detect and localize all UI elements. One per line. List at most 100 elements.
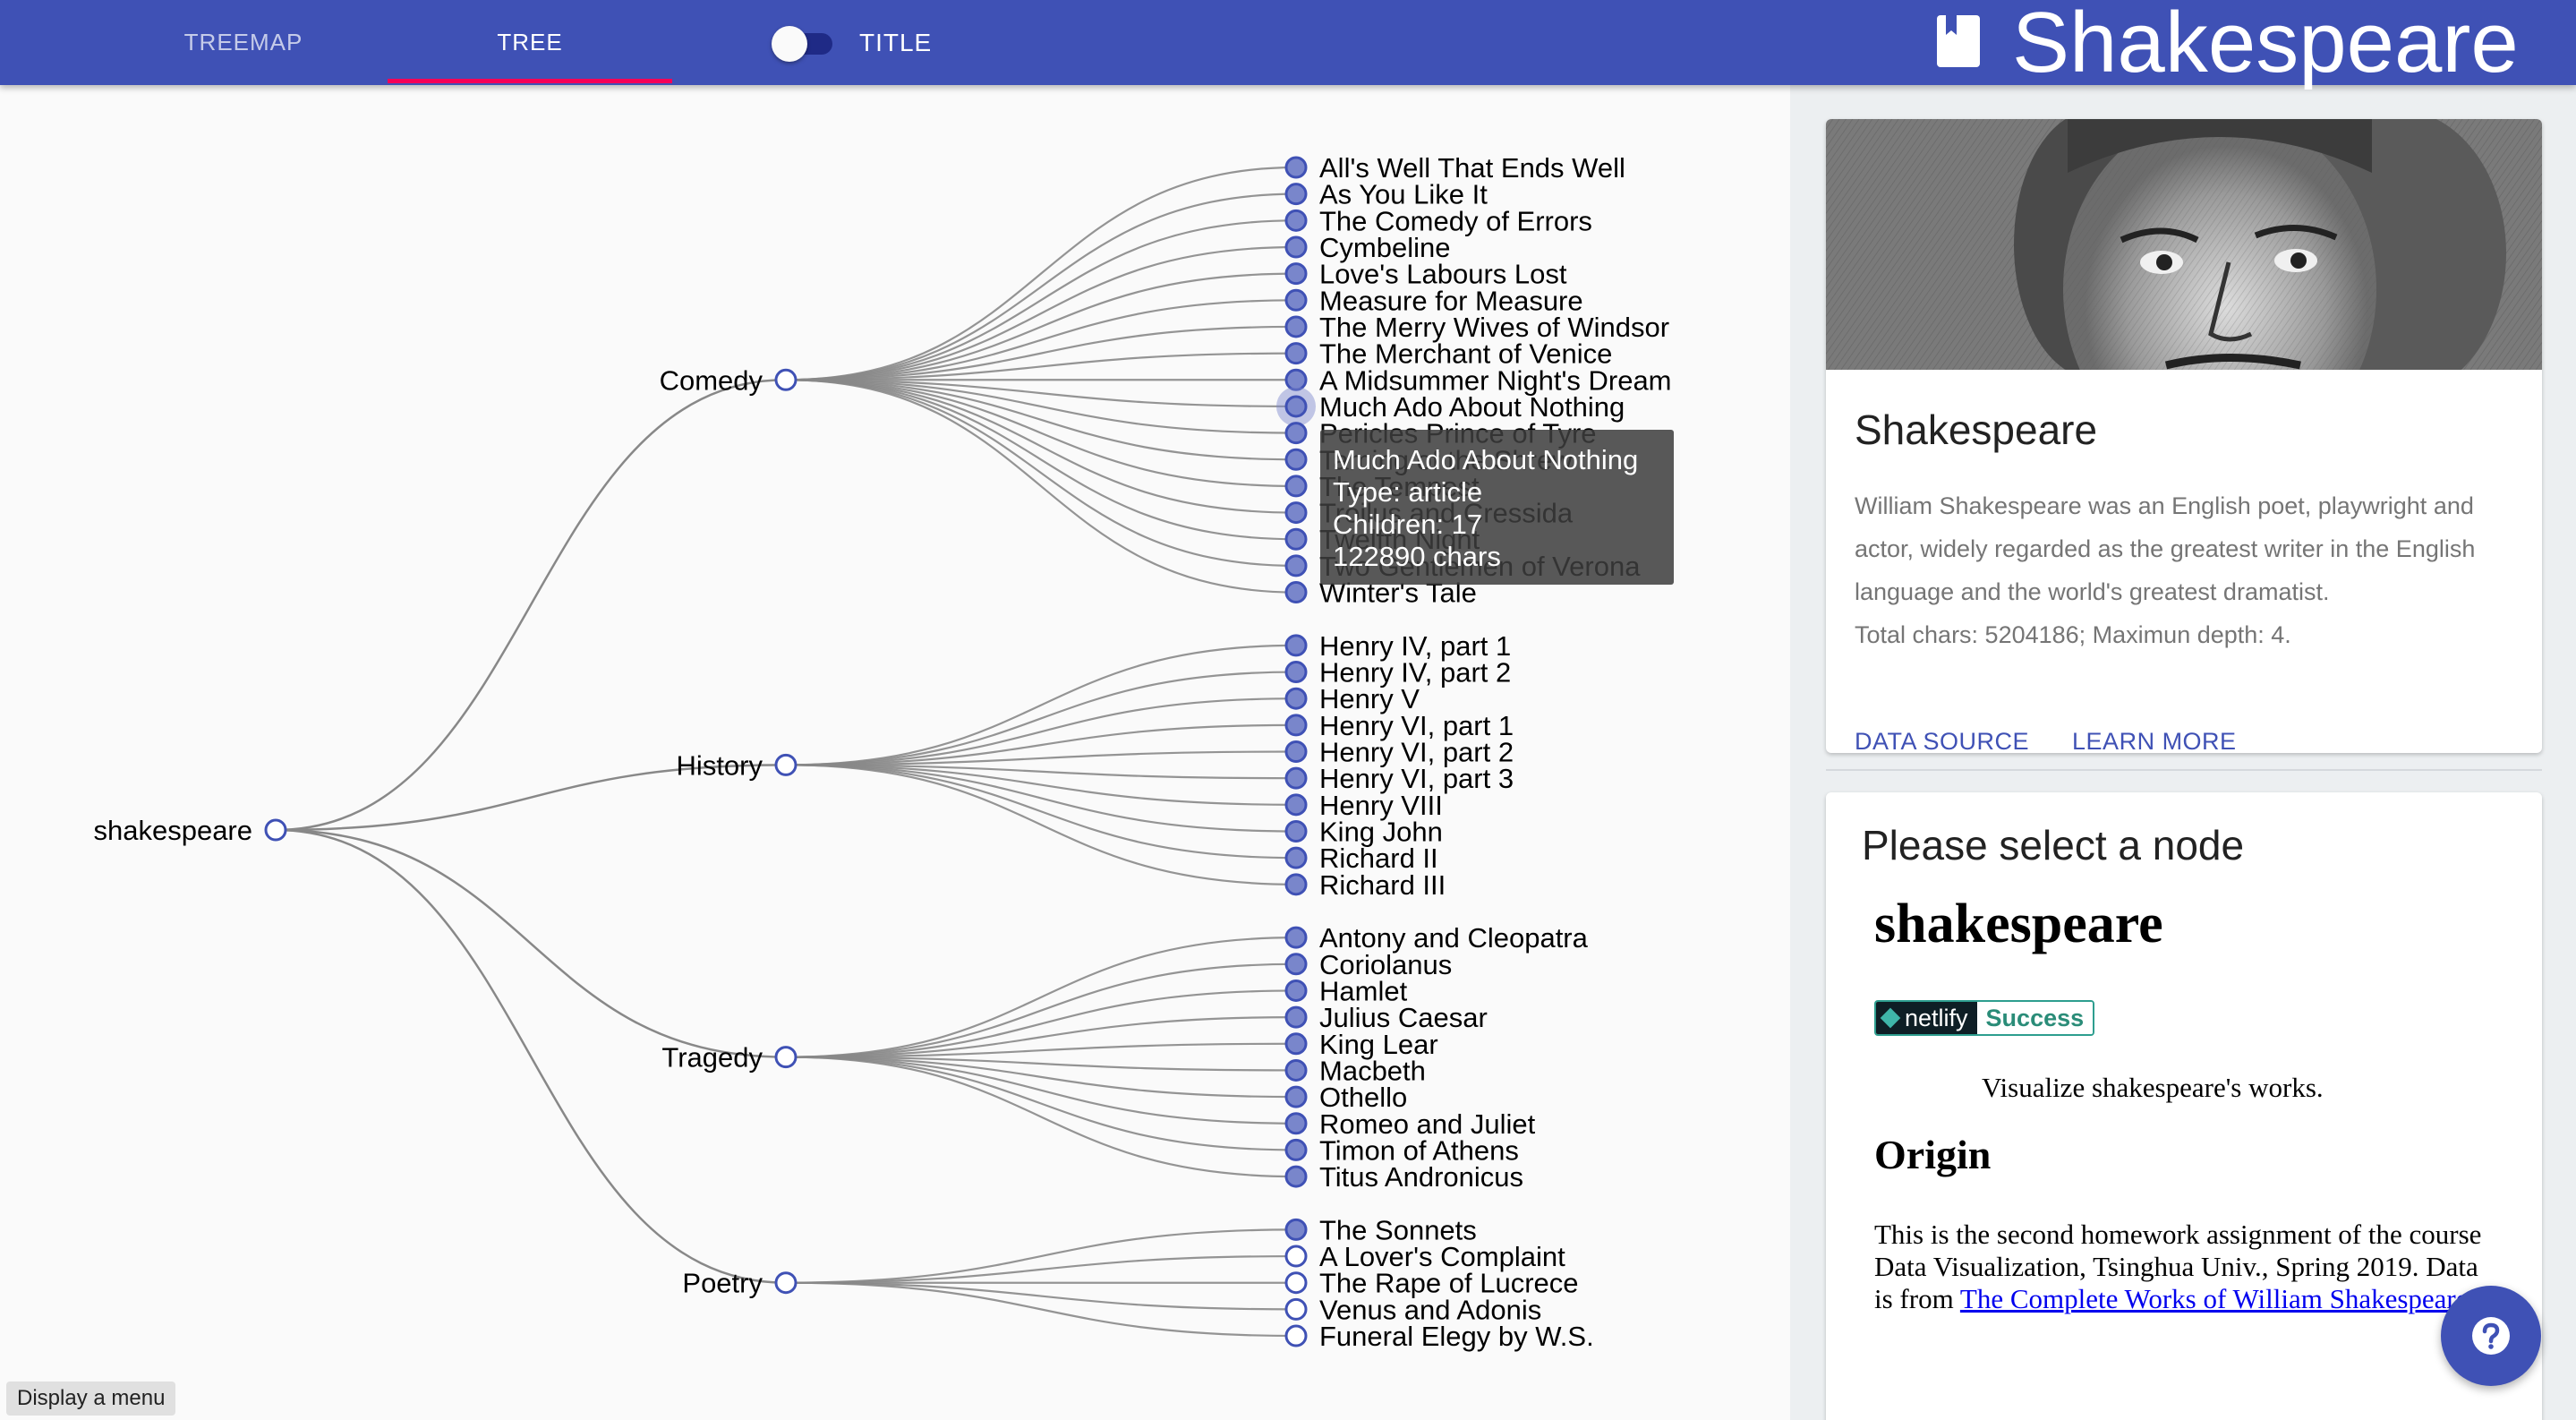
tree-node-taming-of-the-shrew[interactable] (1284, 448, 1308, 471)
tree-node-the-comedy-of-errors[interactable] (1284, 209, 1308, 232)
tree-node-coriolanus[interactable] (1284, 953, 1308, 976)
title-toggle[interactable] (772, 26, 834, 62)
tree-node-timon-of-athens[interactable] (1284, 1138, 1308, 1161)
tree-node-henry-vi-part-2[interactable] (1284, 740, 1308, 764)
help-button[interactable] (2441, 1286, 2541, 1386)
tree-node-henry-vi-part-1[interactable] (1284, 714, 1308, 737)
tree-node-macbeth[interactable] (1284, 1058, 1308, 1082)
tree-label-tragedy: Tragedy (661, 1042, 763, 1074)
badge-left: netlify (1876, 1002, 1977, 1034)
app-bar: TREEMAP TREE TITLE Shakespeare (0, 0, 2576, 85)
tree-node-twelfth-night[interactable] (1284, 527, 1308, 551)
tree-label-root: shakespeare (93, 815, 252, 846)
tree-node-root[interactable] (264, 818, 287, 842)
tree-node-the-merry-wives-of-windsor[interactable] (1284, 315, 1308, 338)
detail-card-heading: Please select a node (1862, 822, 2245, 868)
tree-link (785, 379, 1297, 514)
tree-link (785, 764, 1297, 860)
tree-label-richard-iii: Richard III (1319, 869, 1446, 901)
tree-node-romeo-and-juliet[interactable] (1284, 1112, 1308, 1135)
tree-node-titus-andronicus[interactable] (1284, 1165, 1308, 1188)
tree-node-henry-vi-part-3[interactable] (1284, 766, 1308, 790)
display-menu-hint[interactable]: Display a menu (6, 1382, 176, 1416)
tree-node-much-ado-about-nothing[interactable] (1284, 395, 1308, 418)
tree-chart: ComedyAll's Well That Ends WellAs You Li… (93, 152, 1671, 1352)
tree-link (785, 989, 1297, 1058)
tree-node-king-john[interactable] (1284, 820, 1308, 843)
tree-node-as-you-like-it[interactable] (1284, 183, 1308, 206)
tree-node-cymbeline[interactable] (1284, 235, 1308, 259)
tree-link (785, 1254, 1297, 1284)
tree-link (785, 219, 1297, 381)
tree-node-winter-s-tale[interactable] (1284, 581, 1308, 604)
tree-link (785, 379, 1297, 461)
tree-node-henry-iv-part-1[interactable] (1284, 634, 1308, 657)
data-source-button[interactable]: DATA SOURCE (1855, 728, 2029, 753)
tree-node-poetry[interactable] (774, 1271, 798, 1295)
tab-treemap[interactable]: TREEMAP (101, 0, 386, 85)
tree-node-henry-viii[interactable] (1284, 793, 1308, 817)
info-description-text: William Shakespeare was an English poet,… (1855, 492, 2476, 605)
info-card-title: Shakespeare (1855, 406, 2098, 453)
tree-node-henry-v[interactable] (1284, 687, 1308, 710)
tree-label-funeral-elegy-by-w-s: Funeral Elegy by W.S. (1319, 1321, 1594, 1352)
tooltip-type: Type: article (1333, 476, 1483, 508)
tree-link (785, 379, 1297, 594)
tree-link (785, 1056, 1297, 1178)
tree-nodes: ComedyAll's Well That Ends WellAs You Li… (93, 152, 1671, 1352)
tree-links (275, 166, 1297, 1338)
tree-node-venus-and-adonis[interactable] (1284, 1297, 1308, 1321)
netlify-status-badge[interactable]: netlify Success (1874, 1000, 2095, 1036)
tree-node-the-merchant-of-venice[interactable] (1284, 342, 1308, 365)
tree-link (275, 828, 787, 1058)
info-panel: Shakespeare William Shakespeare was an E… (1790, 85, 2576, 1420)
info-card-description: William Shakespeare was an English poet,… (1855, 484, 2521, 656)
tree-node-richard-ii[interactable] (1284, 846, 1308, 869)
tree-link (785, 1056, 1297, 1125)
tree-link (785, 245, 1297, 381)
tree-node-richard-iii[interactable] (1284, 873, 1308, 896)
tree-node-comedy[interactable] (774, 368, 798, 391)
tree-node-history[interactable] (774, 753, 798, 776)
tree-label-comedy: Comedy (660, 364, 763, 396)
tree-link (785, 1056, 1297, 1151)
tree-node-all-s-well-that-ends-well[interactable] (1284, 156, 1308, 179)
tree-node-love-s-labours-lost[interactable] (1284, 262, 1308, 286)
tree-node-measure-for-measure[interactable] (1284, 288, 1308, 312)
tree-node-othello[interactable] (1284, 1085, 1308, 1108)
panel-divider (1826, 769, 2542, 771)
tree-label-titus-andronicus: Titus Andronicus (1319, 1161, 1523, 1193)
tab-indicator (388, 79, 672, 83)
book-icon (1937, 15, 1980, 67)
readme-tagline: Visualize shakespeare's works. (1982, 1072, 2324, 1103)
tree-node-king-lear[interactable] (1284, 1032, 1308, 1056)
tree-link (785, 379, 1297, 567)
node-tooltip: Much Ado About Nothing Type: article Chi… (1320, 430, 1674, 585)
detail-card: Please select a node shakespeare netlify… (1826, 792, 2542, 1420)
tree-node-troilus-and-cressida[interactable] (1284, 501, 1308, 525)
tree-node-henry-iv-part-2[interactable] (1284, 661, 1308, 684)
complete-works-link[interactable]: The Complete Works of William Shakespear… (1960, 1283, 2469, 1314)
tree-node-tragedy[interactable] (774, 1046, 798, 1069)
tree-node-two-gentlemen-of-verona[interactable] (1284, 554, 1308, 577)
tree-label-poetry: Poetry (682, 1268, 763, 1299)
tree-node-julius-caesar[interactable] (1284, 1005, 1308, 1029)
tree-node-hamlet[interactable] (1284, 979, 1308, 1002)
tooltip-children: Children: 17 (1333, 509, 1483, 540)
tree-link (785, 764, 1297, 885)
tree-node-the-sonnets[interactable] (1284, 1218, 1308, 1241)
tree-node-antony-and-cleopatra[interactable] (1284, 926, 1308, 949)
tab-tree[interactable]: TREE (388, 0, 672, 85)
tree-node-pericles-prince-of-tyre[interactable] (1284, 422, 1308, 445)
tree-link (785, 379, 1297, 541)
tree-node-a-lover-s-complaint[interactable] (1284, 1245, 1308, 1268)
tree-node-funeral-elegy-by-w-s[interactable] (1284, 1324, 1308, 1347)
tree-link (785, 379, 1297, 488)
tree-node-the-tempest[interactable] (1284, 475, 1308, 498)
tree-link (785, 272, 1297, 381)
tree-node-the-rape-of-lucrece[interactable] (1284, 1271, 1308, 1295)
badge-right-text: Success (1976, 1002, 2094, 1034)
readme-title: shakespeare (1874, 894, 2163, 954)
netlify-logo-icon (1880, 1007, 1901, 1029)
learn-more-button[interactable]: LEARN MORE (2072, 728, 2237, 753)
